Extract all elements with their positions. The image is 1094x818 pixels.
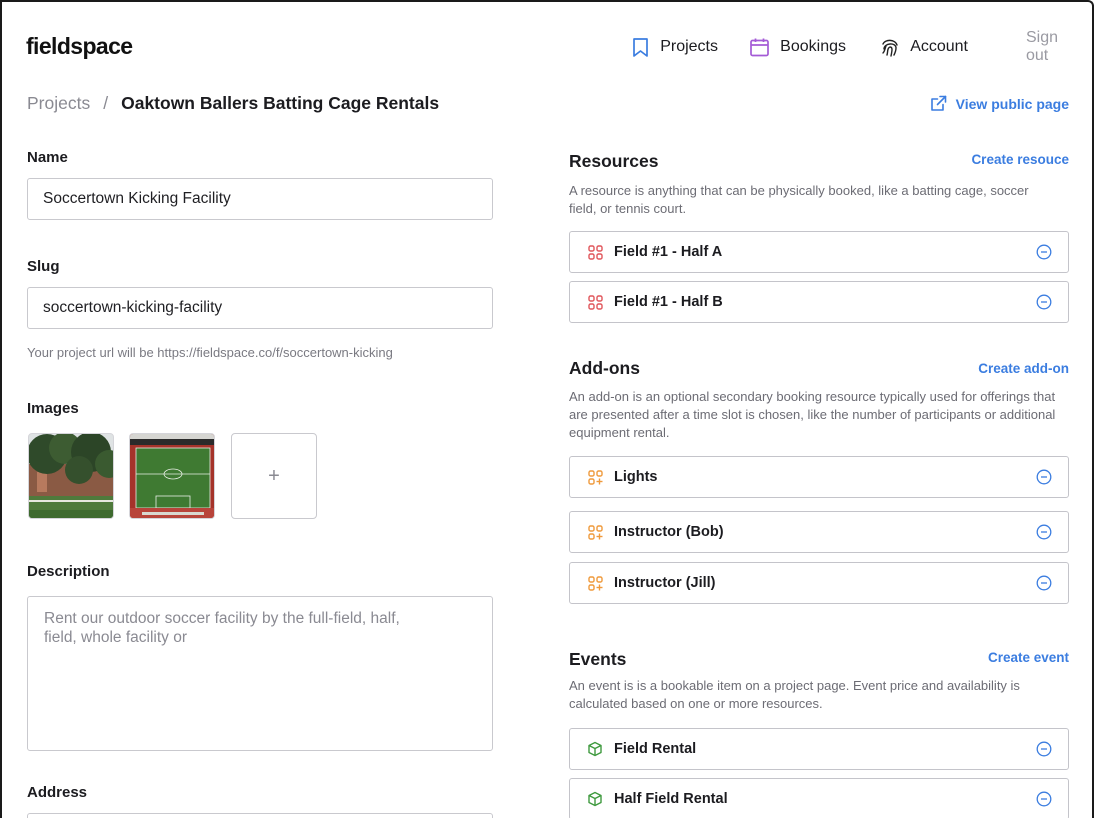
- grid-plus-icon: [586, 523, 604, 541]
- nav-account[interactable]: Account: [880, 34, 968, 60]
- resource-item[interactable]: Field #1 - Half A: [569, 231, 1069, 273]
- remove-circle-icon[interactable]: [1034, 573, 1054, 593]
- create-addon-link[interactable]: Create add-on: [978, 361, 1069, 376]
- add-image-button[interactable]: +: [231, 433, 317, 519]
- cube-icon: [586, 740, 604, 758]
- slug-hint: Your project url will be https://fieldsp…: [27, 345, 393, 360]
- grid-icon: [586, 293, 604, 311]
- addons-description: An add-on is an optional secondary booki…: [569, 389, 1056, 440]
- sign-out-link[interactable]: Sign out: [1026, 29, 1058, 64]
- address-input[interactable]: [27, 813, 493, 818]
- view-public-page-label: View public page: [955, 95, 1069, 112]
- trees-photo: [29, 434, 113, 518]
- remove-circle-icon[interactable]: [1034, 242, 1054, 262]
- image-thumbnail-trees[interactable]: [28, 433, 114, 519]
- resources-title: Resources: [569, 151, 659, 171]
- addon-item-label: Instructor (Jill): [614, 575, 716, 591]
- name-label: Name: [27, 149, 68, 166]
- event-item-label: Half Field Rental: [614, 791, 728, 807]
- resources-description: A resource is anything that can be physi…: [569, 183, 1029, 216]
- remove-circle-icon[interactable]: [1034, 292, 1054, 312]
- remove-circle-icon[interactable]: [1034, 739, 1054, 759]
- resource-item-label: Field #1 - Half A: [614, 244, 723, 260]
- remove-circle-icon[interactable]: [1034, 522, 1054, 542]
- image-thumbnail-field[interactable]: [129, 433, 215, 519]
- event-item[interactable]: Half Field Rental: [569, 778, 1069, 818]
- grid-plus-icon: [586, 468, 604, 486]
- breadcrumb: Projects / Oaktown Ballers Batting Cage …: [27, 93, 439, 114]
- create-event-link[interactable]: Create event: [988, 650, 1069, 665]
- calendar-icon: [750, 38, 770, 56]
- addon-item[interactable]: Instructor (Bob): [569, 511, 1069, 553]
- cube-icon: [586, 790, 604, 808]
- external-link-icon: [930, 95, 946, 111]
- slug-input[interactable]: soccertown-kicking-facility: [27, 287, 493, 329]
- remove-circle-icon[interactable]: [1034, 467, 1054, 487]
- bookmark-icon: [633, 37, 649, 57]
- addon-item[interactable]: Instructor (Jill): [569, 562, 1069, 604]
- resource-item-label: Field #1 - Half B: [614, 294, 723, 310]
- addon-item-label: Instructor (Bob): [614, 524, 724, 540]
- nav-bookings-label: Bookings: [780, 38, 846, 55]
- remove-circle-icon[interactable]: [1034, 789, 1054, 809]
- soccer-field-photo: [130, 434, 214, 518]
- nav-projects[interactable]: Projects: [631, 34, 718, 60]
- addon-item-label: Lights: [614, 469, 658, 485]
- breadcrumb-separator: /: [103, 93, 109, 113]
- page-title: Oaktown Ballers Batting Cage Rentals: [121, 93, 440, 113]
- description-text: Rent our outdoor soccer facility by the …: [44, 610, 400, 646]
- event-item-label: Field Rental: [614, 741, 697, 757]
- view-public-page-link[interactable]: View public page: [930, 95, 1069, 112]
- events-title: Events: [569, 649, 627, 669]
- description-label: Description: [27, 563, 110, 580]
- slug-label: Slug: [27, 258, 60, 275]
- addons-title: Add-ons: [569, 358, 640, 378]
- nav-projects-label: Projects: [660, 38, 718, 55]
- grid-icon: [586, 243, 604, 261]
- events-description: An event is is a bookable item on a proj…: [569, 678, 1020, 711]
- app-logo[interactable]: fieldspace: [26, 33, 133, 60]
- description-textarea[interactable]: Rent our outdoor soccer facility by the …: [27, 596, 493, 751]
- address-label: Address: [27, 784, 88, 801]
- event-item[interactable]: Field Rental: [569, 728, 1069, 770]
- resource-item[interactable]: Field #1 - Half B: [569, 281, 1069, 323]
- name-input[interactable]: Soccertown Kicking Facility: [27, 178, 493, 220]
- fingerprint-icon: [882, 39, 898, 57]
- addon-item[interactable]: Lights: [569, 456, 1069, 498]
- breadcrumb-projects[interactable]: Projects: [27, 93, 90, 114]
- images-label: Images: [27, 400, 79, 417]
- nav-bookings[interactable]: Bookings: [749, 34, 846, 60]
- grid-plus-icon: [586, 574, 604, 592]
- nav-account-label: Account: [910, 38, 968, 55]
- create-resource-link[interactable]: Create resouce: [971, 152, 1069, 167]
